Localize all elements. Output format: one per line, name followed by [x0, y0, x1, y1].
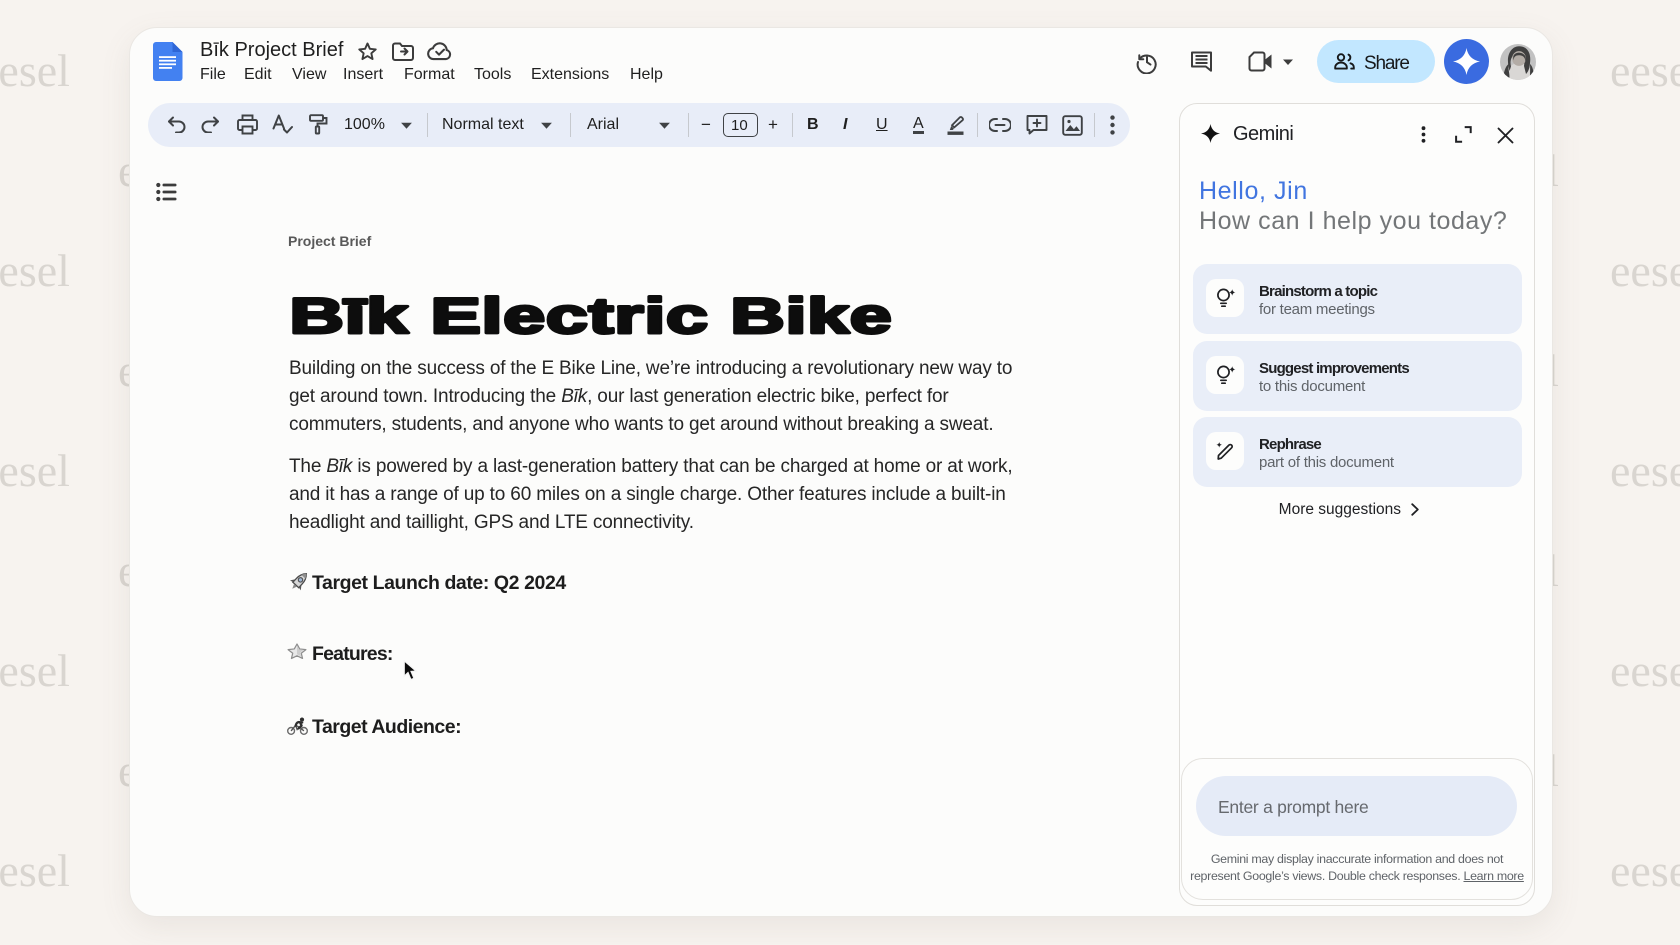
svg-text:Bīk Electric Bike: Bīk Electric Bike [290, 288, 893, 344]
